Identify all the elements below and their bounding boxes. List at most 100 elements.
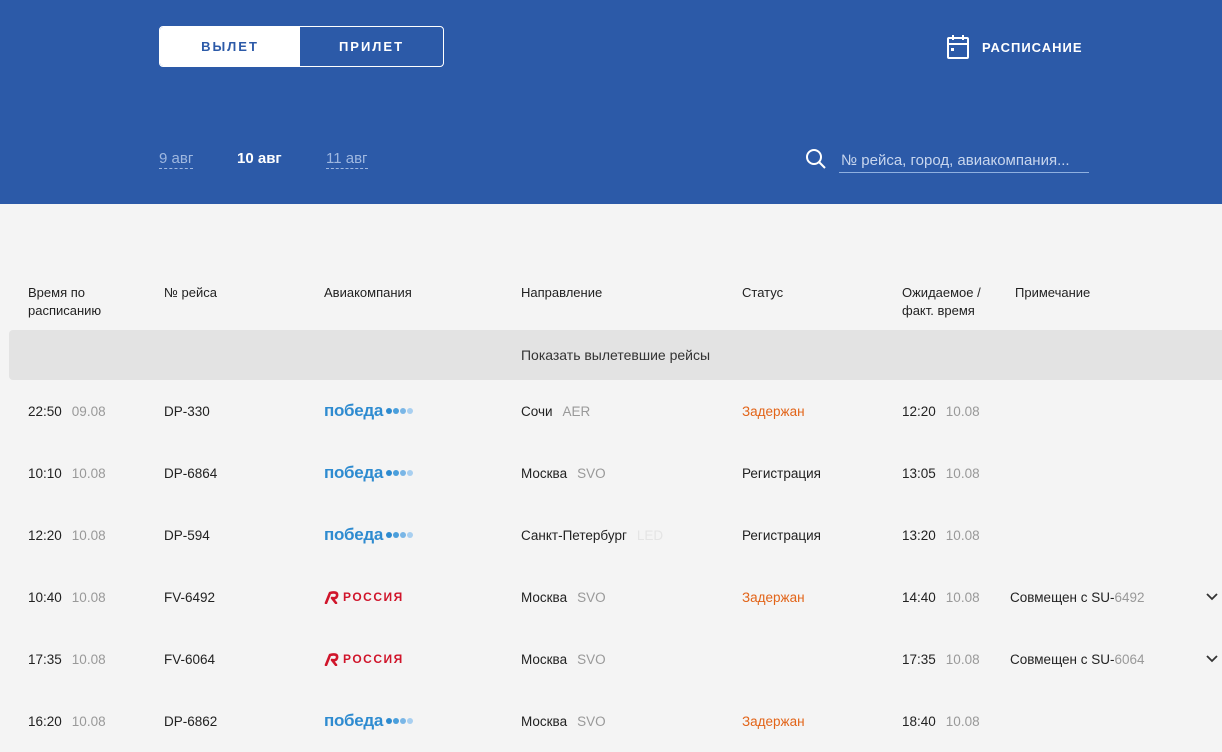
- flight-row[interactable]: 10:10 10.08 DP-6864 победа Москва SVO Регистра…: [0, 442, 1222, 504]
- destination-city: Москва: [521, 589, 568, 605]
- status-cell: Задержан: [742, 690, 805, 752]
- col-direction: Направление: [521, 285, 603, 300]
- date-next[interactable]: 11 авг: [326, 150, 368, 169]
- destination-city: Москва: [521, 651, 568, 667]
- scheduled-time-cell: 16:20 10.08: [28, 690, 106, 752]
- scheduled-time-cell: 22:50 09.08: [28, 380, 106, 442]
- flight-row[interactable]: 10:40 10.08 FV-6492 РОССИЯ Москва SVO Задержан…: [0, 566, 1222, 628]
- expected-time: 18:40: [902, 713, 936, 729]
- direction-cell: Москва SVO: [521, 566, 606, 628]
- scheduled-time-cell: 10:10 10.08: [28, 442, 106, 504]
- expected-time-cell: 17:35 10.08: [902, 628, 980, 690]
- scheduled-time: 10:40: [28, 589, 62, 605]
- scheduled-date: 10.08: [71, 527, 106, 543]
- schedule-link[interactable]: РАСПИСАНИЕ: [946, 34, 1083, 60]
- expected-time-cell: 18:40 10.08: [902, 690, 980, 752]
- date-current[interactable]: 10 авг: [237, 150, 282, 167]
- scheduled-date: 10.08: [71, 651, 106, 667]
- expected-time: 17:35: [902, 651, 936, 667]
- flight-number: DP-594: [164, 527, 210, 543]
- expected-date: 10.08: [945, 713, 980, 729]
- scheduled-time-cell: 17:35 10.08: [28, 628, 106, 690]
- status-cell: Регистрация: [742, 504, 821, 566]
- direction-cell: Санкт-Петербург LED: [521, 504, 663, 566]
- flight-row[interactable]: 16:20 10.08 DP-6862 победа Москва SVO Задержан…: [0, 690, 1222, 752]
- tab-departure[interactable]: ВЫЛЕТ: [160, 27, 300, 66]
- flight-row[interactable]: 12:20 10.08 DP-594 победа Санкт-Петербург LED…: [0, 504, 1222, 566]
- calendar-icon: [947, 35, 969, 59]
- destination-city: Санкт-Петербург: [521, 527, 627, 543]
- header-panel: ВЫЛЕТ ПРИЛЕТ РАСПИСАНИЕ 9 авг 10 авг 11 …: [0, 0, 1222, 204]
- col-flight: № рейса: [164, 285, 218, 300]
- airline-cell: победа: [324, 380, 414, 442]
- scheduled-time-cell: 12:20 10.08: [28, 504, 106, 566]
- status-cell: Задержан: [742, 566, 805, 628]
- scheduled-date: 10.08: [71, 465, 106, 481]
- flight-status: Регистрация: [742, 465, 821, 481]
- flight-number: FV-6064: [164, 651, 216, 667]
- flight-number-cell: DP-6864: [164, 442, 217, 504]
- col-scheduled-time: Время по расписанию: [28, 285, 102, 318]
- show-departed-button[interactable]: Показать вылетевшие рейсы: [9, 330, 1222, 380]
- flight-number: FV-6492: [164, 589, 216, 605]
- flight-row[interactable]: 22:50 09.08 DP-330 победа Сочи AER Задержан 12:…: [0, 380, 1222, 442]
- rossiya-logo: РОССИЯ: [324, 652, 404, 666]
- airport-code: SVO: [577, 713, 606, 729]
- logo-dots: [385, 532, 414, 538]
- expected-time-cell: 13:05 10.08: [902, 442, 980, 504]
- flight-number: DP-330: [164, 403, 210, 419]
- scheduled-time: 10:10: [28, 465, 62, 481]
- note-code: 6064: [1114, 651, 1145, 667]
- airline-name: победа: [324, 711, 384, 730]
- tab-arrival[interactable]: ПРИЛЕТ: [300, 27, 443, 66]
- flight-status: Регистрация: [742, 527, 821, 543]
- flight-number-cell: DP-594: [164, 504, 210, 566]
- airport-code: SVO: [577, 589, 606, 605]
- destination-city: Сочи: [521, 403, 553, 419]
- scheduled-time: 17:35: [28, 651, 62, 667]
- note-text: Совмещен с SU-: [1010, 651, 1115, 667]
- flight-row[interactable]: 17:35 10.08 FV-6064 РОССИЯ Москва SVO 17:35 10.…: [0, 628, 1222, 690]
- col-status: Статус: [742, 285, 784, 300]
- status-cell: Регистрация: [742, 442, 821, 504]
- direction-cell: Москва SVO: [521, 690, 606, 752]
- chevron-down-icon[interactable]: [1206, 628, 1218, 690]
- expected-time-cell: 12:20 10.08: [902, 380, 980, 442]
- chevron-down-icon[interactable]: [1206, 566, 1218, 628]
- search-input[interactable]: [839, 148, 1089, 173]
- scheduled-time: 12:20: [28, 527, 62, 543]
- direction-cell: Сочи AER: [521, 380, 590, 442]
- expected-time: 14:40: [902, 589, 936, 605]
- airline-cell: победа: [324, 690, 414, 752]
- flight-number-cell: FV-6064: [164, 628, 215, 690]
- search-icon[interactable]: [805, 148, 827, 170]
- airline-cell: РОССИЯ: [324, 566, 404, 628]
- scheduled-time: 16:20: [28, 713, 62, 729]
- expected-date: 10.08: [945, 589, 980, 605]
- logo-dots: [385, 408, 414, 414]
- flight-status: Задержан: [742, 403, 805, 419]
- expected-date: 10.08: [945, 403, 980, 419]
- expected-time: 13:05: [902, 465, 936, 481]
- pobeda-logo: победа: [324, 711, 414, 731]
- flight-number: DP-6862: [164, 713, 218, 729]
- airline-name: РОССИЯ: [343, 590, 404, 604]
- flight-number-cell: FV-6492: [164, 566, 215, 628]
- note-cell: Совмещен с SU- 6064: [1010, 628, 1145, 690]
- note-cell: Совмещен с SU- 6492: [1010, 566, 1145, 628]
- scheduled-time: 22:50: [28, 403, 62, 419]
- date-prev[interactable]: 9 авг: [159, 150, 194, 169]
- direction-cell: Москва SVO: [521, 628, 606, 690]
- expected-date: 10.08: [945, 465, 980, 481]
- scheduled-date: 10.08: [71, 713, 106, 729]
- pobeda-logo: победа: [324, 525, 414, 545]
- airline-cell: РОССИЯ: [324, 628, 404, 690]
- expected-time-cell: 14:40 10.08: [902, 566, 980, 628]
- expected-date: 10.08: [945, 651, 980, 667]
- scheduled-date: 10.08: [71, 589, 106, 605]
- scheduled-date: 09.08: [71, 403, 106, 419]
- direction-cell: Москва SVO: [521, 442, 606, 504]
- airline-name: победа: [324, 463, 384, 482]
- expected-time-cell: 13:20 10.08: [902, 504, 980, 566]
- flight-number-cell: DP-6862: [164, 690, 217, 752]
